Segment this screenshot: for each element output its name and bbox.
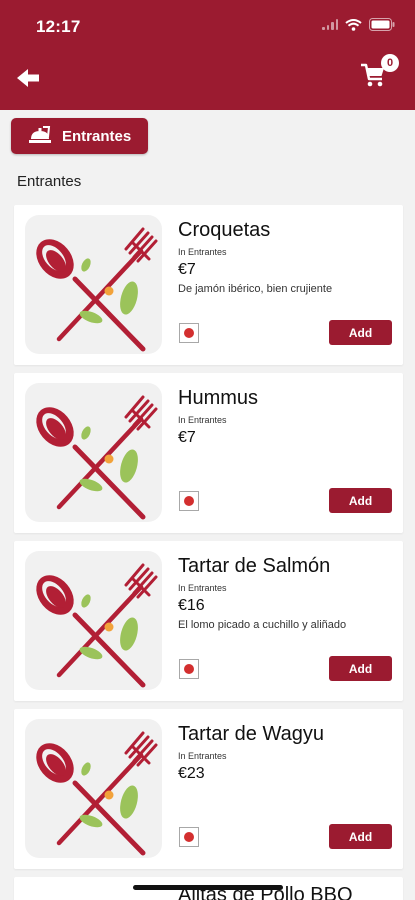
item-price: €16 (178, 597, 205, 614)
category-chip-label: Entrantes (62, 127, 132, 145)
cart-count-badge: 0 (381, 54, 399, 72)
red-dot-icon (184, 664, 194, 674)
cart-button[interactable]: 0 (359, 54, 399, 90)
menu-item-card[interactable]: Tartar de Salmón In Entrantes €16 El lom… (14, 541, 403, 701)
menu-item-card[interactable]: Hummus In Entrantes €7 Add (14, 373, 403, 533)
item-name: Croquetas (178, 219, 271, 241)
menu-item-card[interactable]: Croquetas In Entrantes €7 De jamón ibéri… (14, 205, 403, 365)
red-dot-icon (184, 496, 194, 506)
arrow-left-icon (17, 69, 39, 87)
item-type-badge (179, 827, 199, 847)
status-icons (322, 18, 395, 31)
red-dot-icon (184, 832, 194, 842)
item-price: €23 (178, 765, 205, 782)
wifi-icon (345, 18, 362, 31)
menu-item-card[interactable]: Tartar de Wagyu In Entrantes €23 Add (14, 709, 403, 869)
item-description: El lomo picado a cuchillo y aliñado (178, 619, 347, 631)
item-name: Tartar de Wagyu (178, 723, 324, 745)
app-header: 12:17 0 (0, 0, 415, 110)
battery-icon (369, 18, 395, 31)
status-time: 12:17 (36, 17, 81, 36)
back-button[interactable] (14, 66, 46, 94)
add-button[interactable]: Add (329, 656, 392, 681)
add-button[interactable]: Add (329, 488, 392, 513)
item-category: In Entrantes (178, 751, 227, 761)
food-tray-icon (29, 126, 51, 143)
menu-item-list: Croquetas In Entrantes €7 De jamón ibéri… (14, 205, 403, 900)
item-name: Hummus (178, 387, 259, 409)
cutlery-icon (25, 383, 162, 522)
item-category: In Entrantes (178, 247, 227, 257)
cutlery-icon (25, 551, 162, 690)
category-chip-entrantes[interactable]: Entrantes (11, 118, 148, 154)
red-dot-icon (184, 328, 194, 338)
item-price: €7 (178, 261, 196, 278)
cellular-signal-icon (322, 19, 338, 30)
home-indicator[interactable] (133, 885, 283, 890)
item-type-badge (179, 659, 199, 679)
cutlery-icon (25, 215, 162, 354)
item-category: In Entrantes (178, 583, 227, 593)
add-button[interactable]: Add (329, 320, 392, 345)
item-name: Tartar de Salmón (178, 555, 331, 577)
item-description: De jamón ibérico, bien crujiente (178, 283, 333, 295)
item-category: In Entrantes (178, 415, 227, 425)
section-title: Entrantes (17, 173, 82, 190)
item-type-badge (179, 491, 199, 511)
item-price: €7 (178, 429, 196, 446)
item-type-badge (179, 323, 199, 343)
cutlery-icon (25, 719, 162, 858)
add-button[interactable]: Add (329, 824, 392, 849)
